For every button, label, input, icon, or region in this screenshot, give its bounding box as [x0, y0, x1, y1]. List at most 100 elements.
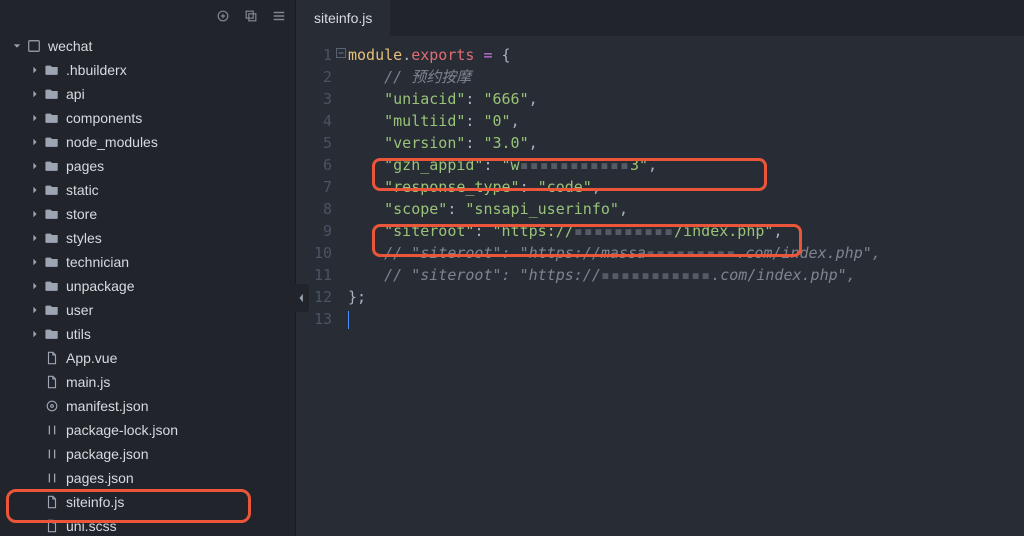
code-line[interactable]: // 预约按摩: [348, 66, 1024, 88]
tree-item-label: components: [66, 110, 142, 126]
file-tree-folder[interactable]: .hbuilderx: [0, 58, 295, 82]
tree-item-label: package-lock.json: [66, 422, 178, 438]
chevron-down-icon[interactable]: [10, 39, 24, 53]
tab-label: siteinfo.js: [314, 10, 372, 26]
line-number: 7: [296, 176, 332, 198]
folder-icon: [44, 62, 60, 78]
code-token: exports: [411, 46, 474, 64]
code-line[interactable]: // "siteroot": "https://massa▪▪▪▪▪▪▪▪▪.c…: [348, 242, 1024, 264]
sidebar-collapse-handle[interactable]: [295, 284, 309, 312]
code-token: ▪▪▪▪▪▪▪▪▪▪: [574, 222, 674, 240]
folder-icon: [44, 326, 60, 342]
file-tree-file[interactable]: uni.scss: [0, 514, 295, 536]
file-tree-folder[interactable]: user: [0, 298, 295, 322]
file-explorer[interactable]: wechat .hbuilderxapi components node_module…: [0, 32, 295, 536]
code-line[interactable]: [348, 308, 1024, 330]
code-token: :: [520, 178, 538, 196]
tree-item-label: static: [66, 182, 99, 198]
fold-widget-icon[interactable]: [336, 48, 346, 58]
text-cursor: [348, 311, 349, 329]
chevron-right-icon[interactable]: [28, 87, 42, 101]
code-token: {: [493, 46, 511, 64]
code-token: :: [465, 90, 483, 108]
code-token: "w: [502, 156, 520, 174]
line-number: 6: [296, 154, 332, 176]
folder-icon: [44, 182, 60, 198]
file-tree-folder[interactable]: store: [0, 202, 295, 226]
line-number: 8: [296, 198, 332, 220]
file-tree-folder[interactable]: unpackage: [0, 274, 295, 298]
file-tree-file[interactable]: manifest.json: [0, 394, 295, 418]
chevron-right-icon[interactable]: [28, 303, 42, 317]
tree-item-label: pages.json: [66, 470, 134, 486]
chevron-right-icon[interactable]: [28, 159, 42, 173]
chevron-right-icon[interactable]: [28, 327, 42, 341]
file-manifest-icon: [44, 398, 60, 414]
sidebar-toolbar: [0, 0, 295, 32]
code-line[interactable]: "response_type": "code",: [348, 176, 1024, 198]
file-tree-folder[interactable]: components: [0, 106, 295, 130]
code-editor[interactable]: 12345678910111213 module.exports = { // …: [296, 36, 1024, 536]
file-tree-folder[interactable]: api: [0, 82, 295, 106]
code-token: =: [483, 46, 492, 64]
code-line[interactable]: "uniacid": "666",: [348, 88, 1024, 110]
file-tree-file[interactable]: pages.json: [0, 466, 295, 490]
collapse-all-icon[interactable]: [243, 8, 259, 24]
menu-icon[interactable]: [271, 8, 287, 24]
file-tree-file[interactable]: package-lock.json: [0, 418, 295, 442]
tab-siteinfo[interactable]: siteinfo.js: [296, 0, 390, 36]
file-tree-folder[interactable]: technician: [0, 250, 295, 274]
file-tree-folder[interactable]: static: [0, 178, 295, 202]
file-tree-folder[interactable]: styles: [0, 226, 295, 250]
code-token: "siteroot": [384, 222, 474, 240]
file-tree-file[interactable]: main.js: [0, 370, 295, 394]
code-token: "scope": [384, 200, 447, 218]
chevron-right-icon[interactable]: [28, 135, 42, 149]
code-token: [348, 90, 384, 108]
code-line[interactable]: "siteroot": "https://▪▪▪▪▪▪▪▪▪▪/index.ph…: [348, 220, 1024, 242]
file-tree-root[interactable]: wechat: [0, 34, 295, 58]
new-file-icon[interactable]: [215, 8, 231, 24]
code-line[interactable]: "gzh_appid": "w▪▪▪▪▪▪▪▪▪▪▪3",: [348, 154, 1024, 176]
file-vue-icon: [44, 350, 60, 366]
tree-item-label: wechat: [48, 38, 92, 54]
file-tree-file[interactable]: App.vue: [0, 346, 295, 370]
chevron-right-icon[interactable]: [28, 111, 42, 125]
tree-item-label: user: [66, 302, 93, 318]
line-number: 2: [296, 66, 332, 88]
code-token: ,: [592, 178, 601, 196]
chevron-right-icon[interactable]: [28, 231, 42, 245]
code-token: [348, 222, 384, 240]
file-tree-file[interactable]: siteinfo.js: [0, 490, 295, 514]
chevron-right-icon[interactable]: [28, 63, 42, 77]
code-token: [348, 178, 384, 196]
code-line[interactable]: "scope": "snsapi_userinfo",: [348, 198, 1024, 220]
code-token: ▪▪▪▪▪▪▪▪▪: [646, 244, 736, 262]
code-token: // "siteroot": "https://massa: [384, 244, 646, 262]
code-line[interactable]: module.exports = {: [348, 44, 1024, 66]
tree-item-label: main.js: [66, 374, 110, 390]
file-tree-folder[interactable]: pages: [0, 154, 295, 178]
chevron-right-icon[interactable]: [28, 279, 42, 293]
sidebar: wechat .hbuilderxapi components node_module…: [0, 0, 296, 536]
code-line[interactable]: "version": "3.0",: [348, 132, 1024, 154]
folder-icon: [44, 86, 60, 102]
code-line[interactable]: "multiid": "0",: [348, 110, 1024, 132]
file-js-icon: [44, 494, 60, 510]
chevron-right-icon[interactable]: [28, 183, 42, 197]
chevron-right-icon[interactable]: [28, 207, 42, 221]
code-token: [348, 156, 384, 174]
chevron-right-icon[interactable]: [28, 255, 42, 269]
folder-icon: [44, 206, 60, 222]
file-tree-folder[interactable]: node_modules: [0, 130, 295, 154]
code-area[interactable]: module.exports = { // 预约按摩 "uniacid": "6…: [348, 44, 1024, 536]
code-token: "uniacid": [384, 90, 465, 108]
file-tree-folder[interactable]: utils: [0, 322, 295, 346]
code-token: ▪▪▪▪▪▪▪▪▪▪▪: [601, 266, 711, 284]
tab-bar: siteinfo.js: [296, 0, 1024, 36]
code-line[interactable]: };: [348, 286, 1024, 308]
editor-pane: siteinfo.js 12345678910111213 module.exp…: [296, 0, 1024, 536]
code-line[interactable]: // "siteroot": "https://▪▪▪▪▪▪▪▪▪▪▪.com/…: [348, 264, 1024, 286]
tree-item-label: technician: [66, 254, 129, 270]
file-tree-file[interactable]: package.json: [0, 442, 295, 466]
